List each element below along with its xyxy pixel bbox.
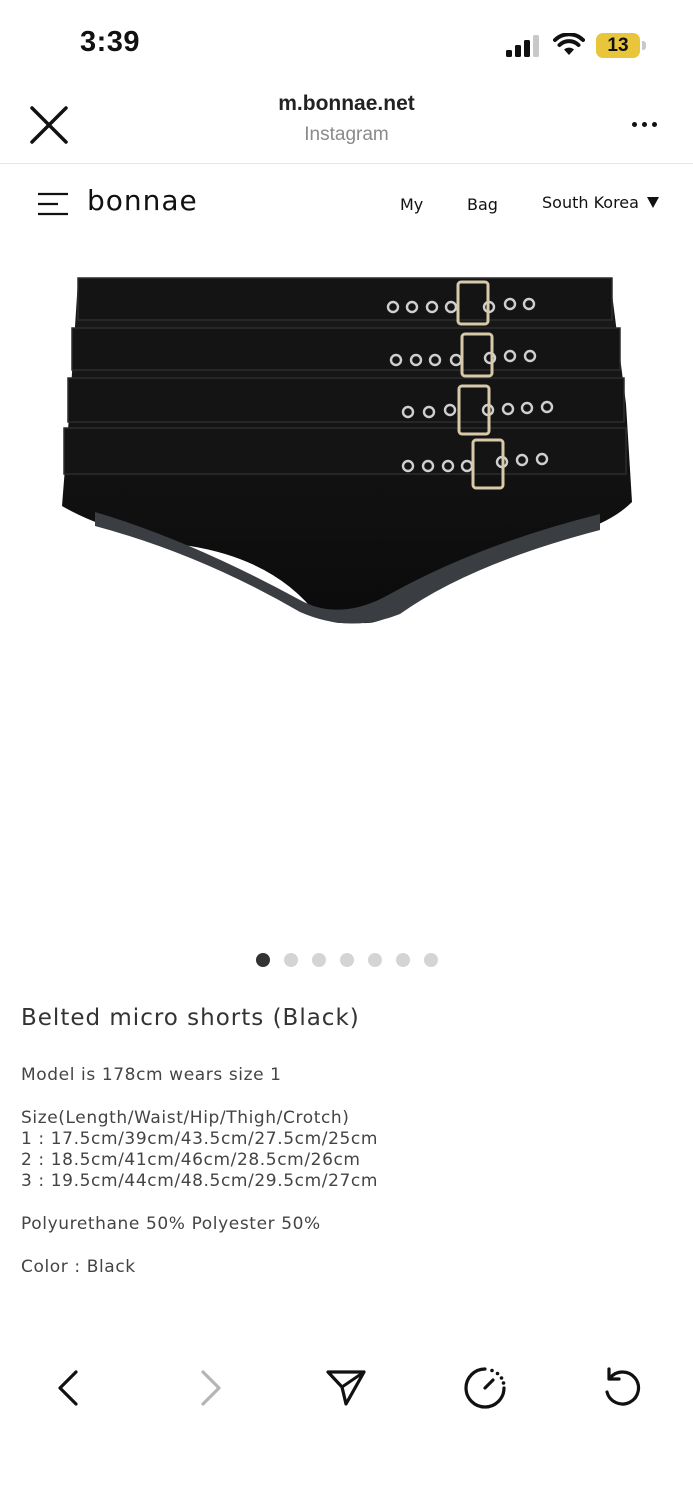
back-arrow-icon [58,1370,78,1406]
site-logo[interactable]: bonnae [87,184,198,217]
carousel-dot[interactable] [423,953,438,967]
product-details: Belted micro shorts (Black) Model is 178… [21,1005,671,1278]
battery-level: 13 [607,35,629,56]
size-row: 3 : 19.5cm/44cm/48.5cm/29.5cm/27cm [21,1171,379,1191]
forward-button[interactable] [181,1360,237,1416]
carousel-dot[interactable] [283,953,298,967]
status-time: 3:39 [80,26,141,58]
nav-my-link[interactable]: My [400,195,423,214]
caret-down-icon [646,197,659,208]
hamburger-menu-icon[interactable] [36,192,70,216]
product-title: Belted micro shorts (Black) [21,1005,360,1031]
browser-toolbar [0,1344,693,1500]
size-row: 2 : 18.5cm/41cm/46cm/28.5cm/26cm [21,1150,361,1170]
refresh-button[interactable] [594,1360,650,1416]
refresh-icon [605,1367,641,1406]
site-navbar: bonnae My Bag South Korea [0,164,693,244]
speed-button[interactable] [457,1360,513,1416]
shorts-illustration [62,277,632,624]
model-info: Model is 178cm wears size 1 [21,1065,282,1085]
wifi-icon [553,33,585,55]
image-carousel-dots[interactable] [0,953,693,969]
carousel-dot[interactable] [311,953,326,967]
page-url: m.bonnae.net [278,92,415,115]
forward-arrow-icon [201,1370,221,1406]
battery-indicator: 13 [596,33,646,58]
browser-header: m.bonnae.net Instagram [0,90,693,164]
carousel-dot[interactable] [339,953,354,967]
signal-bars-icon [506,35,539,57]
more-options-button[interactable] [624,114,664,134]
product-image[interactable] [0,244,693,934]
back-button[interactable] [42,1360,98,1416]
nav-bag-link[interactable]: Bag [467,195,498,214]
status-bar: 3:39 13 [0,0,693,90]
carousel-dot[interactable] [395,953,410,967]
material-info: Polyurethane 50% Polyester 50% [21,1214,321,1234]
carousel-dot[interactable] [255,953,270,967]
battery-tip [642,41,646,50]
send-icon [326,1370,366,1406]
country-label: South Korea [542,193,639,212]
size-row: 1 : 17.5cm/39cm/43.5cm/27.5cm/25cm [21,1129,379,1149]
size-header: Size(Length/Waist/Hip/Thigh/Crotch) [21,1108,350,1128]
more-icon [631,121,637,127]
color-info: Color : Black [21,1257,136,1277]
speedometer-icon [464,1367,506,1409]
carousel-dot[interactable] [367,953,382,967]
page-source: Instagram [304,124,389,145]
country-selector[interactable]: South Korea [542,193,659,212]
share-button[interactable] [318,1360,374,1416]
